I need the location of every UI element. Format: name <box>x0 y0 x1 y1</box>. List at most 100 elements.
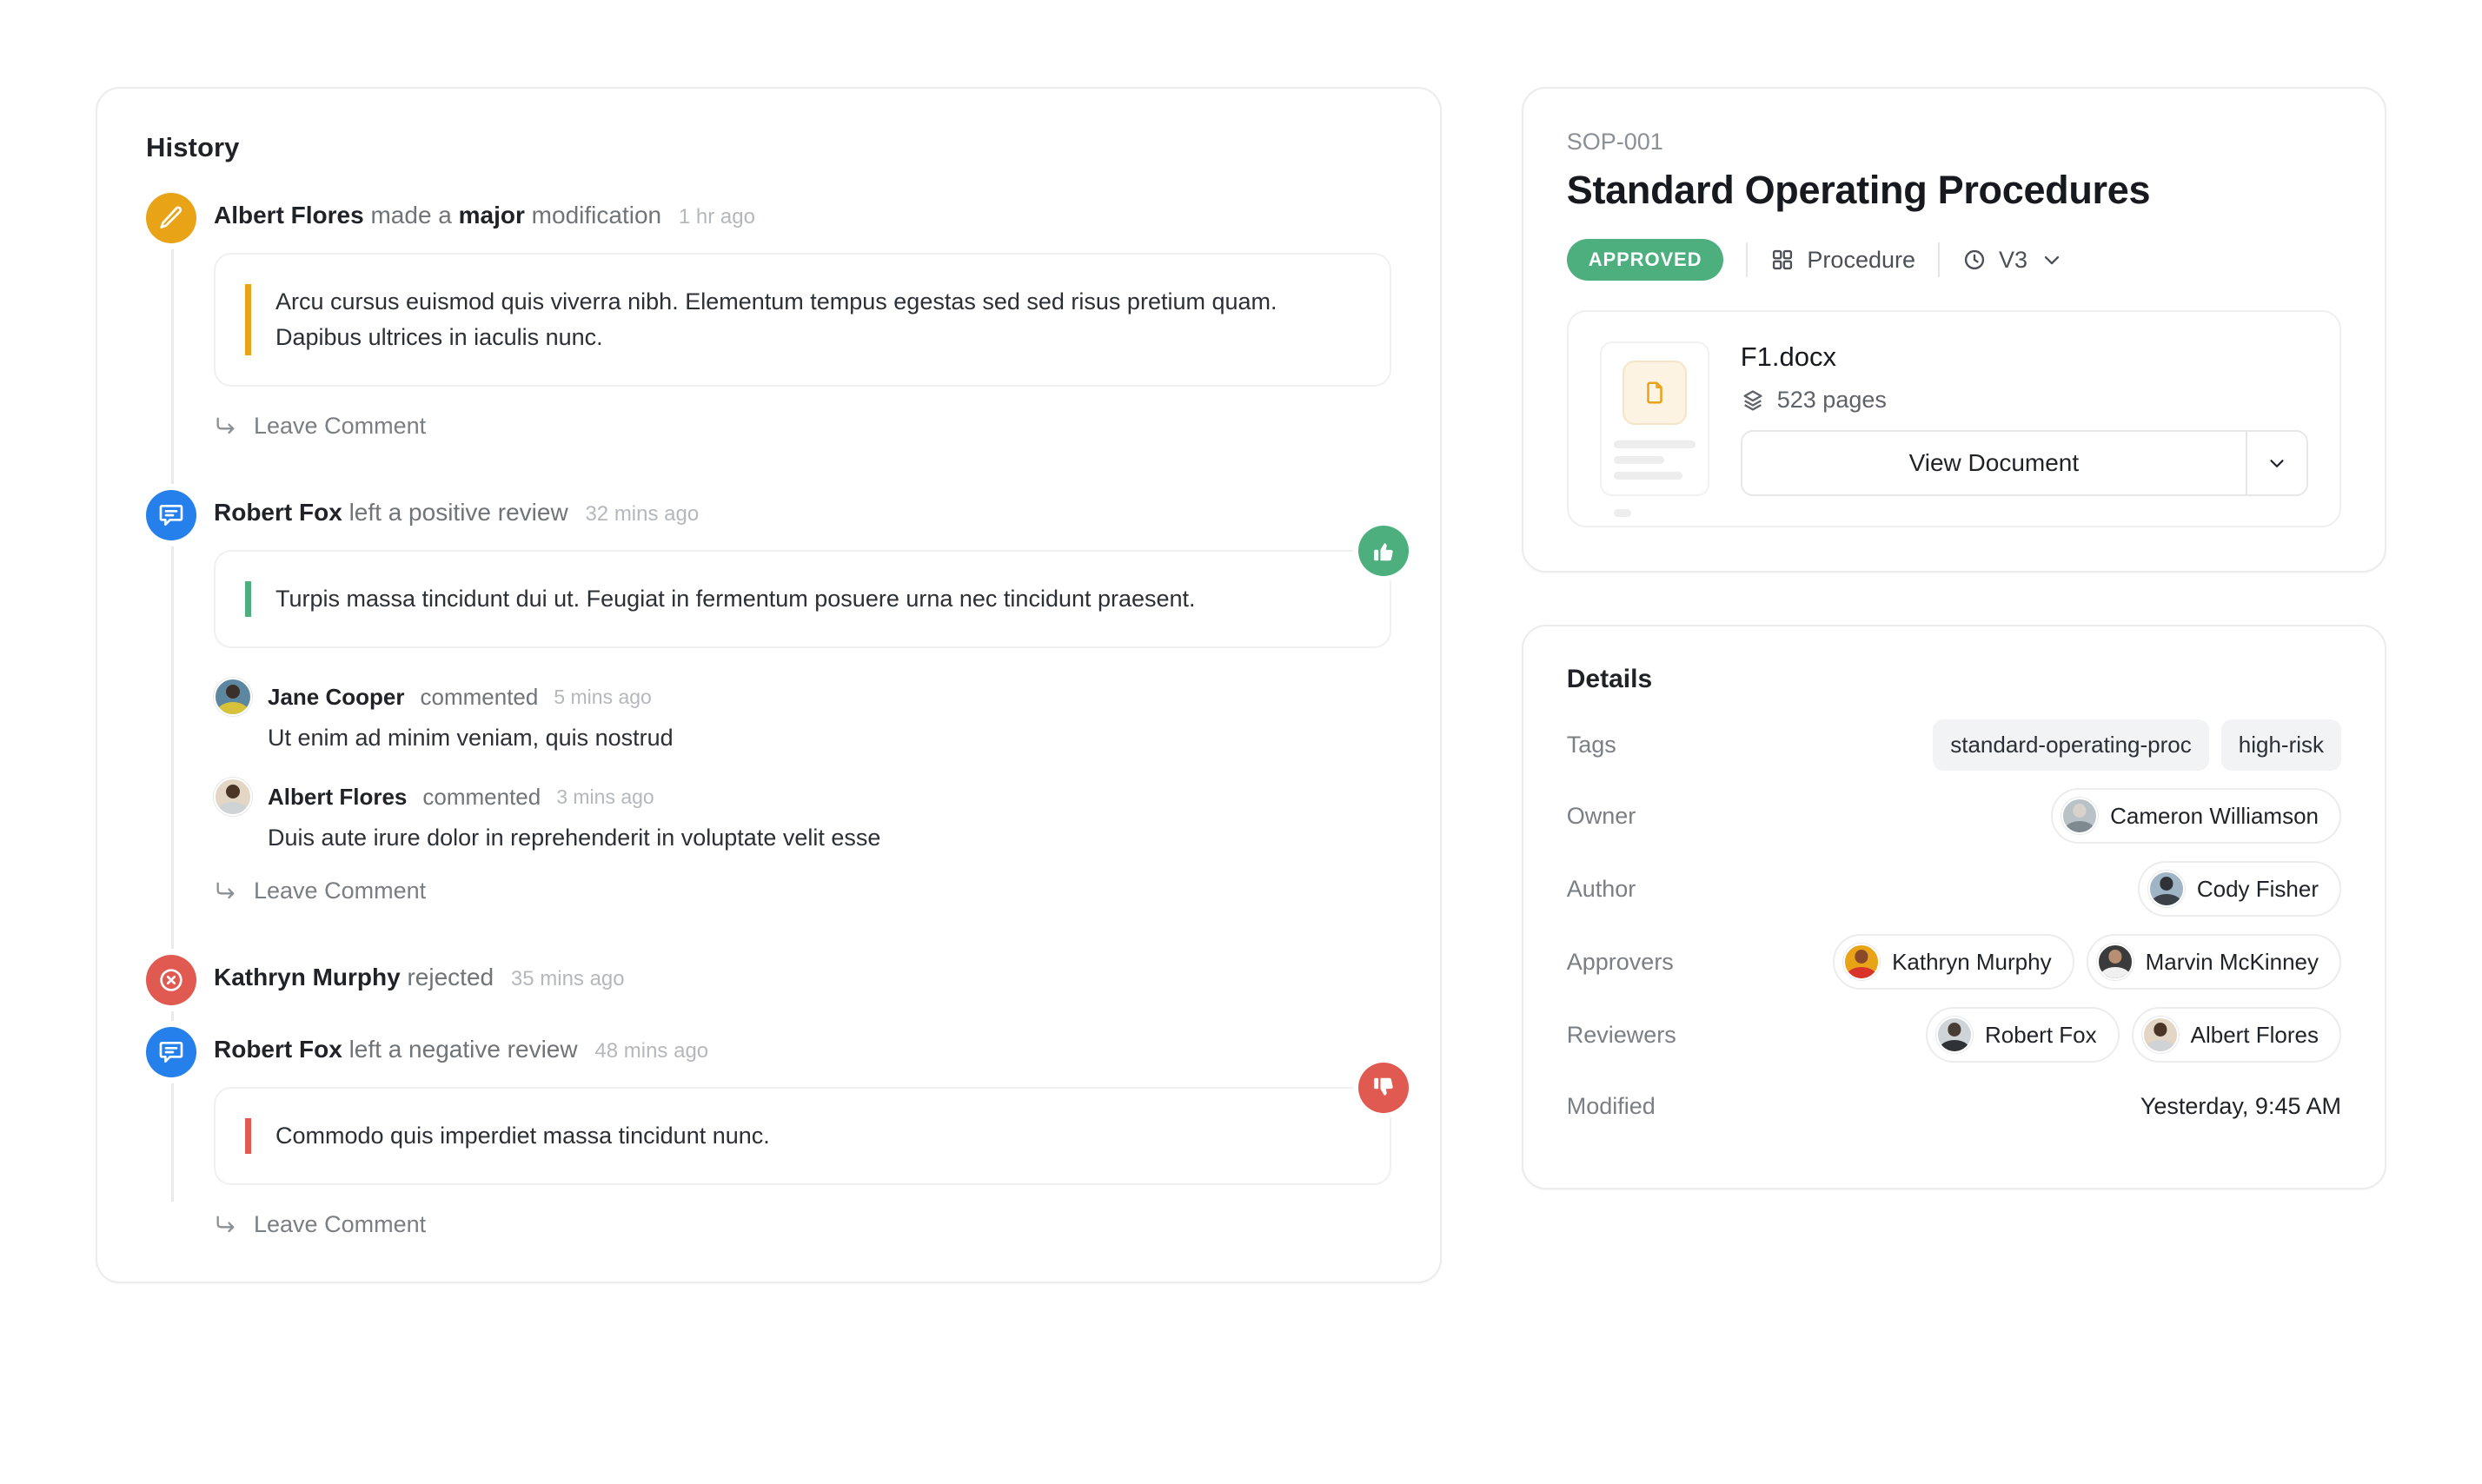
file-preview-box: F1.docx 523 pages View Document <box>1566 310 2341 527</box>
page-title: Standard Operating Procedures <box>1566 168 2151 212</box>
detail-value: Robert Fox Albert Flores <box>1926 1007 2341 1063</box>
action-text: made a major modification <box>370 202 662 229</box>
file-meta: F1.docx 523 pages View Document <box>1740 341 2308 496</box>
leave-comment-label: Leave Comment <box>254 878 427 904</box>
grid-icon <box>1770 248 1795 272</box>
comment-header: Albert Flores commented 3 mins ago <box>214 778 1391 817</box>
version-selector[interactable]: V3 <box>1962 247 2064 274</box>
person-chip-owner[interactable]: Cameron Williamson <box>2051 788 2341 844</box>
detail-label: Owner <box>1566 802 1636 829</box>
modified-value: Yesterday, 9:45 AM <box>2140 1092 2341 1119</box>
quote-block: Commodo quis imperdiet massa tincidunt n… <box>214 1063 1409 1186</box>
timeline-entry-header: Robert Fox left a negative review 48 min… <box>214 1030 1391 1064</box>
comment-action: commented <box>422 783 541 810</box>
leave-comment-label: Leave Comment <box>254 1211 427 1238</box>
timeline-entry-modification: Albert Flores made a major modification … <box>146 193 1391 440</box>
detail-label: Approvers <box>1566 948 1674 975</box>
review-icon <box>146 1027 196 1078</box>
timestamp: 48 mins ago <box>594 1039 709 1063</box>
skeleton-line <box>1613 456 1665 464</box>
leave-comment-button[interactable]: Leave Comment <box>214 1211 426 1238</box>
avatar <box>214 678 252 717</box>
skeleton-line <box>1613 441 1696 448</box>
timeline-entry-header: Robert Fox left a positive review 32 min… <box>214 494 1391 527</box>
file-pages-label: 523 pages <box>1776 387 1887 413</box>
edit-icon <box>146 193 196 243</box>
quote-text: Turpis massa tincidunt dui ut. Feugiat i… <box>245 581 1331 618</box>
avatar <box>2141 1017 2179 1053</box>
document-type[interactable]: Procedure <box>1770 247 1915 274</box>
leave-comment-button[interactable]: Leave Comment <box>214 413 426 440</box>
thumbs-up-icon <box>1357 526 1409 577</box>
history-title: History <box>146 132 240 162</box>
timestamp: 35 mins ago <box>510 967 625 991</box>
details-title: Details <box>1566 665 1653 693</box>
quote-card: Commodo quis imperdiet massa tincidunt n… <box>214 1087 1391 1186</box>
person-chip-reviewer[interactable]: Robert Fox <box>1926 1007 2120 1063</box>
tag-chip[interactable]: standard-operating-proc <box>1933 719 2209 771</box>
person-name: Kathryn Murphy <box>1892 948 2052 975</box>
review-icon <box>146 490 196 541</box>
timestamp: 3 mins ago <box>556 785 654 808</box>
divider <box>1746 242 1749 277</box>
detail-row-author: Author Cody Fisher <box>1567 852 2341 925</box>
document-type-label: Procedure <box>1807 246 1915 273</box>
details-card: Details Tags standard-operating-proc hig… <box>1521 625 2386 1189</box>
person-name: Cody Fisher <box>2196 875 2319 902</box>
version-label: V3 <box>1999 246 2028 273</box>
quote-text: Commodo quis imperdiet massa tincidunt n… <box>245 1118 1331 1155</box>
file-name: F1.docx <box>1740 341 1837 372</box>
comment-author: Jane Cooper <box>268 683 405 710</box>
history-timeline: Albert Flores made a major modification … <box>146 193 1409 1238</box>
file-icon <box>1622 361 1687 425</box>
detail-value: Kathryn Murphy Marvin McKinney <box>1833 934 2341 990</box>
detail-row-reviewers: Reviewers Robert Fox Albert Flores <box>1567 998 2341 1071</box>
timeline-entry-rejected: Kathryn Murphy rejected 35 mins ago <box>146 955 1391 1006</box>
document-thumbnail <box>1599 341 1709 517</box>
avatar <box>1936 1017 1973 1053</box>
actor-name: Robert Fox <box>214 499 342 527</box>
detail-row-owner: Owner Cameron Williamson <box>1567 779 2341 852</box>
comment-text: Ut enim ad minim veniam, quis nostrud <box>268 725 674 752</box>
person-name: Albert Flores <box>2190 1021 2319 1048</box>
view-document-button[interactable]: View Document <box>1740 430 2308 496</box>
comment-header: Jane Cooper commented 5 mins ago <box>214 678 1391 717</box>
leave-comment-button[interactable]: Leave Comment <box>214 878 426 904</box>
person-chip-reviewer[interactable]: Albert Flores <box>2131 1007 2341 1063</box>
avatar <box>1843 944 1881 980</box>
comment-item: Albert Flores commented 3 mins ago Duis … <box>214 778 1391 851</box>
view-document-label: View Document <box>1908 449 2080 476</box>
action-text: rejected <box>407 964 494 991</box>
quote-block: Arcu cursus euismod quis viverra nibh. E… <box>214 253 1391 388</box>
right-column: SOP-001 Standard Operating Procedures AP… <box>1521 87 2386 1380</box>
status-badge: APPROVED <box>1566 239 1724 281</box>
person-name: Robert Fox <box>1985 1021 2097 1048</box>
view-document-dropdown[interactable] <box>2246 432 2306 494</box>
document-id: SOP-001 <box>1566 129 1663 155</box>
clock-icon <box>1962 248 1987 272</box>
page-root: History Albert Flores made a major modif… <box>0 0 2482 1484</box>
detail-value: Cody Fisher <box>2137 861 2341 917</box>
quote-card: Turpis massa tincidunt dui ut. Feugiat i… <box>214 550 1391 649</box>
detail-value: standard-operating-proc high-risk <box>1933 719 2341 771</box>
detail-label: Reviewers <box>1566 1021 1676 1048</box>
timeline-entry-header: Kathryn Murphy rejected 35 mins ago <box>214 958 1391 992</box>
skeleton-line <box>1613 472 1682 480</box>
person-chip-author[interactable]: Cody Fisher <box>2137 861 2341 917</box>
document-card: SOP-001 Standard Operating Procedures AP… <box>1521 87 2386 573</box>
tag-chip[interactable]: high-risk <box>2220 719 2341 771</box>
quote-text: Arcu cursus euismod quis viverra nibh. E… <box>245 284 1331 356</box>
person-chip-approver[interactable]: Kathryn Murphy <box>1833 934 2074 990</box>
detail-label: Modified <box>1566 1092 1656 1119</box>
comment-list: Jane Cooper commented 5 mins ago Ut enim… <box>214 678 1391 851</box>
person-chip-approver[interactable]: Marvin McKinney <box>2086 934 2341 990</box>
comment-action: commented <box>420 683 539 710</box>
detail-label: Author <box>1566 875 1636 902</box>
leave-comment-label: Leave Comment <box>254 413 427 440</box>
actor-name: Albert Flores <box>214 202 364 229</box>
detail-row-modified: Modified Yesterday, 9:45 AM <box>1567 1071 2341 1141</box>
timeline-entry-positive-review: Robert Fox left a positive review 32 min… <box>146 490 1409 904</box>
